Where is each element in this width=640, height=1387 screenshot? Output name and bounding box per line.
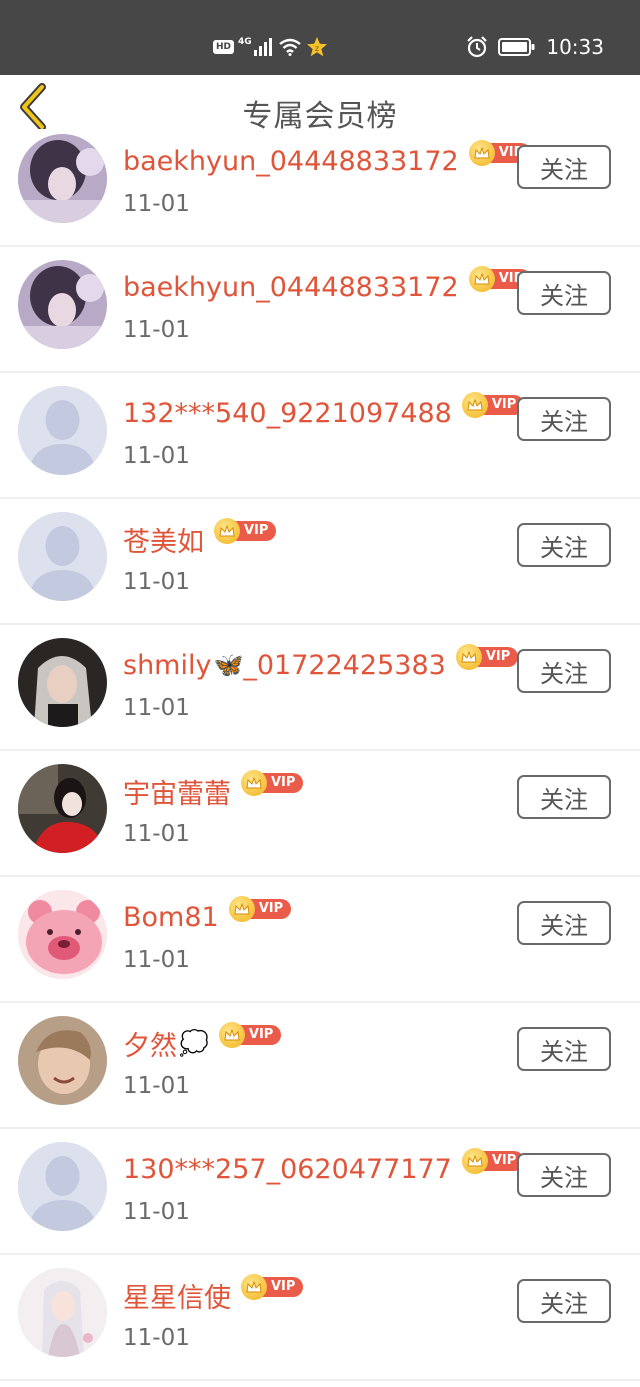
member-name[interactable]: 132***540_9221097488 — [123, 398, 452, 429]
avatar[interactable] — [18, 134, 107, 223]
crown-icon — [461, 392, 488, 418]
member-date: 11-01 — [123, 191, 190, 217]
avatar[interactable] — [18, 1142, 107, 1231]
member-name[interactable]: 宇宙蕾蕾 — [123, 772, 231, 811]
list-item[interactable]: Bom81 VIP 11-01 关注 — [0, 877, 640, 1003]
member-date: 11-01 — [123, 569, 190, 595]
avatar[interactable] — [18, 638, 107, 727]
crown-icon — [455, 644, 482, 670]
vip-badge: VIP — [461, 392, 525, 418]
follow-button[interactable]: 关注 — [517, 523, 611, 567]
vip-badge: VIP — [241, 770, 304, 796]
follow-button[interactable]: 关注 — [517, 1153, 611, 1197]
member-date: 11-01 — [123, 1073, 190, 1099]
list-item[interactable]: baekhyun_04448833172 VIP 11-01 关注 — [0, 121, 640, 247]
member-name[interactable]: 夕然 — [123, 1024, 177, 1063]
member-date: 11-01 — [123, 1199, 190, 1225]
member-date: 11-01 — [123, 443, 190, 469]
follow-button[interactable]: 关注 — [517, 1027, 611, 1071]
list-item[interactable]: 宇宙蕾蕾 VIP 11-01 关注 — [0, 751, 640, 877]
list-item[interactable]: shmily 🦋 _01722425383 VIP 11-01 关注 — [0, 625, 640, 751]
member-name[interactable]: 星星信使 — [123, 1276, 231, 1315]
avatar[interactable] — [18, 260, 107, 349]
list-item[interactable]: 夕然 💭 VIP 11-01 关注 — [0, 1003, 640, 1129]
crown-icon — [228, 896, 255, 922]
crown-icon — [468, 140, 495, 166]
default-avatar-icon — [18, 386, 107, 475]
member-date: 11-01 — [123, 821, 190, 847]
follow-button[interactable]: 关注 — [517, 649, 611, 693]
follow-button[interactable]: 关注 — [517, 775, 611, 819]
default-avatar-icon — [18, 1142, 107, 1231]
vip-badge: VIP — [228, 896, 292, 922]
crown-icon — [468, 266, 495, 292]
member-name[interactable]: baekhyun_04448833172 — [123, 146, 459, 177]
crown-icon — [241, 1274, 267, 1300]
status-right: 10:33 — [466, 34, 604, 60]
avatar[interactable] — [18, 512, 107, 601]
follow-button[interactable]: 关注 — [517, 397, 611, 441]
member-name[interactable]: shmily — [123, 650, 211, 681]
list-item[interactable]: 132***540_9221097488 VIP 11-01 关注 — [0, 373, 640, 499]
vip-badge: VIP — [455, 644, 519, 670]
crown-icon — [461, 1148, 488, 1174]
follow-button[interactable]: 关注 — [517, 145, 611, 189]
thought-bubble-emoji: 💭 — [179, 1029, 209, 1057]
vip-badge: VIP — [461, 1148, 525, 1174]
member-name[interactable]: 130***257_0620477177 — [123, 1154, 452, 1185]
avatar[interactable] — [18, 1268, 107, 1357]
follow-button[interactable]: 关注 — [517, 271, 611, 315]
member-name[interactable]: baekhyun_04448833172 — [123, 272, 459, 303]
butterfly-emoji: 🦋 — [213, 651, 244, 679]
status-bar: HD 4G z 10:33 — [0, 0, 640, 75]
avatar[interactable] — [18, 1016, 107, 1105]
member-date: 11-01 — [123, 317, 190, 343]
pink-bear-icon — [18, 890, 107, 979]
crown-icon — [218, 1022, 245, 1048]
list-item[interactable]: 130***257_0620477177 VIP 11-01 关注 — [0, 1129, 640, 1255]
vip-badge: VIP — [214, 518, 277, 544]
member-date: 11-01 — [123, 947, 190, 973]
svg-text:z: z — [315, 44, 319, 53]
network-type: 4G — [238, 37, 252, 47]
star-notification-icon: z — [306, 37, 327, 57]
avatar[interactable] — [18, 386, 107, 475]
alarm-icon — [467, 36, 488, 58]
signal-icon — [253, 38, 272, 56]
wifi-icon — [278, 38, 301, 56]
member-name-suffix[interactable]: _01722425383 — [243, 650, 445, 681]
vip-badge: VIP — [241, 1274, 304, 1300]
avatar[interactable] — [18, 764, 107, 853]
default-avatar-icon — [18, 512, 107, 601]
member-name[interactable]: Bom81 — [123, 902, 219, 933]
crown-icon — [214, 518, 240, 544]
list-item[interactable]: 星星信使 VIP 11-01 关注 — [0, 1255, 640, 1381]
follow-button[interactable]: 关注 — [517, 1279, 611, 1323]
follow-button[interactable]: 关注 — [517, 901, 611, 945]
hd-badge: HD — [213, 40, 235, 54]
vip-badge: VIP — [218, 1022, 282, 1048]
member-date: 11-01 — [123, 1325, 190, 1351]
member-date: 11-01 — [123, 695, 190, 721]
member-name[interactable]: 苍美如 — [123, 520, 204, 559]
list-item[interactable]: 苍美如 VIP 11-01 关注 — [0, 499, 640, 625]
status-icons: HD 4G z — [213, 35, 328, 59]
avatar[interactable] — [18, 890, 107, 979]
battery-icon — [498, 38, 535, 56]
list-item[interactable]: baekhyun_04448833172 VIP 11-01 关注 — [0, 247, 640, 373]
crown-icon — [241, 770, 267, 796]
clock: 10:33 — [546, 35, 604, 59]
